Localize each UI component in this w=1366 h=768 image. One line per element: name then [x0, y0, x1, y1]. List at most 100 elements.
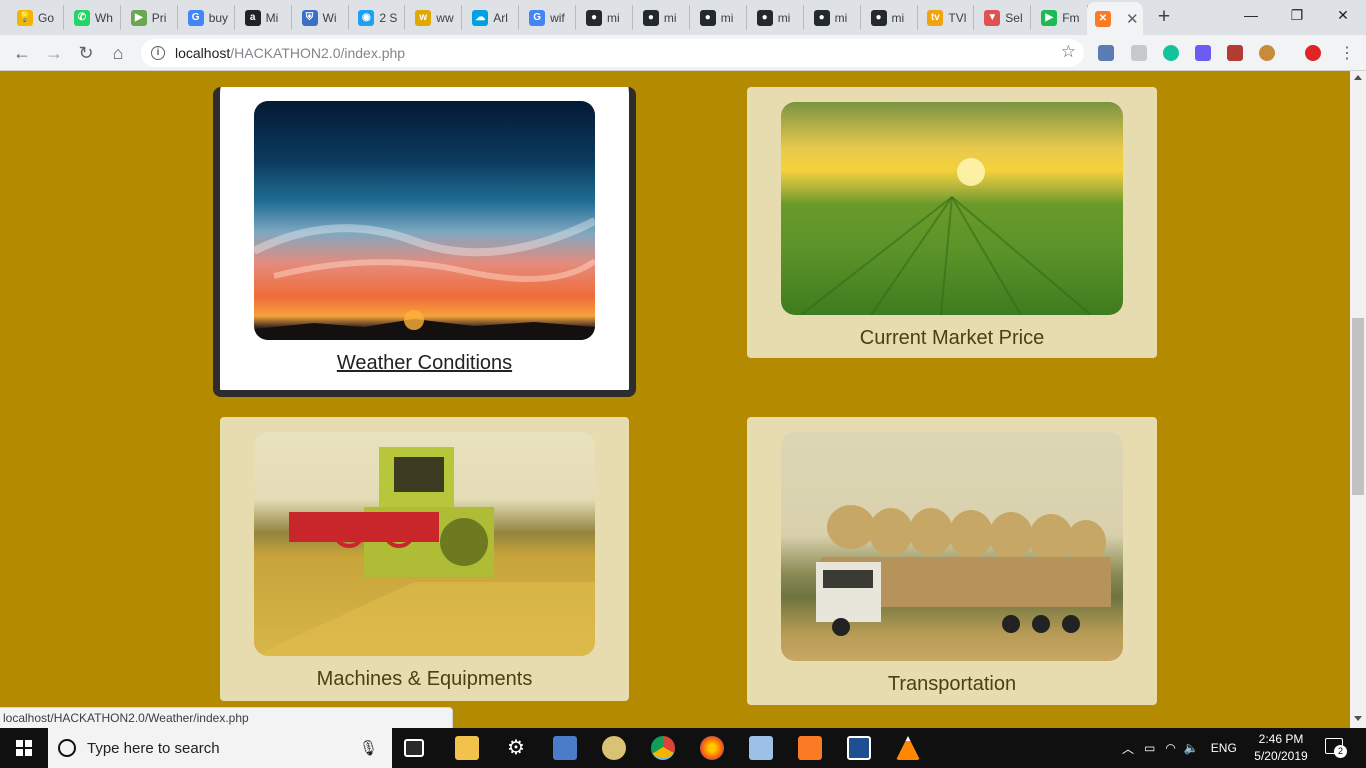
chrome-icon[interactable] [651, 736, 675, 760]
github-icon: ● [756, 9, 773, 26]
github-icon: ● [813, 9, 830, 26]
tab-title: 2 S [379, 10, 398, 25]
browser-tab[interactable]: w ww [406, 5, 463, 30]
browser-tab[interactable]: ▶ Fm [1032, 5, 1089, 30]
market-price-caption[interactable]: Current Market Price [747, 327, 1157, 350]
browser-tab[interactable]: Gbuy [179, 5, 235, 30]
volume-icon[interactable]: 🔈 [1184, 741, 1199, 755]
extension-puzzle-icon[interactable] [1098, 45, 1114, 61]
close-window-button[interactable]: ✕ [1320, 0, 1366, 30]
weather-caption[interactable]: Weather Conditions [220, 352, 629, 375]
cortana-icon [58, 739, 76, 757]
scroll-down-arrow-icon[interactable] [1354, 716, 1362, 721]
crop-rows-image [800, 158, 1092, 315]
settings-gear-icon[interactable]: ⚙ [504, 736, 528, 760]
task-view-icon[interactable] [404, 739, 424, 757]
new-tab-button[interactable]: + [1152, 6, 1176, 30]
keep-icon: 💡 [17, 9, 33, 26]
bookmark-star-icon[interactable]: ☆ [1061, 42, 1076, 62]
forward-icon[interactable]: → [41, 40, 67, 66]
extension-copy-icon[interactable] [1131, 45, 1147, 61]
address-bar[interactable]: i localhost/HACKATHON2.0/index.php ☆ [141, 39, 1084, 67]
browser-tab[interactable]: ● mi [862, 5, 918, 30]
xampp-taskbar-icon[interactable] [798, 736, 822, 760]
w-icon: w [415, 9, 432, 26]
chevron-up-icon[interactable]: ︿ [1122, 740, 1134, 757]
weather-card[interactable]: Weather Conditions [213, 87, 636, 397]
transportation-card[interactable]: Transportation [747, 417, 1157, 705]
app-window-icon[interactable] [847, 736, 871, 760]
machines-card[interactable]: Machines & Equipments [220, 417, 629, 701]
vlc-icon[interactable] [896, 736, 920, 760]
profile-avatar[interactable] [1305, 45, 1321, 61]
truck-image [781, 432, 1123, 661]
browser-tab[interactable]: ● mi [691, 5, 747, 30]
page-content: Weather Conditions Current Market Price [0, 71, 1350, 728]
grammarly-icon[interactable] [1163, 45, 1179, 61]
browser-tab[interactable]: ⛨ Wi [293, 5, 349, 30]
hay-truck-image [816, 505, 1111, 636]
tab-title: mi [891, 10, 905, 25]
harvester-image [254, 432, 595, 656]
browser-tab[interactable]: tv TVl [918, 5, 975, 30]
clock[interactable]: 2:46 PM 5/20/2019 [1248, 731, 1314, 765]
language-indicator[interactable]: ENG [1211, 741, 1237, 755]
minimize-button[interactable]: — [1228, 0, 1274, 30]
browser-tab[interactable]: ● mi [748, 5, 804, 30]
restore-button[interactable]: ❐ [1274, 0, 1320, 30]
browser-tab[interactable]: ✆ Wh [65, 5, 121, 30]
url-host: localhost [175, 45, 231, 61]
browser-tab[interactable]: ◉ 2 S [349, 5, 406, 30]
scrollbar-thumb[interactable] [1352, 318, 1364, 495]
battery-icon[interactable]: ▭ [1144, 741, 1155, 755]
url-text[interactable]: localhost/HACKATHON2.0/index.php [175, 45, 405, 61]
browser-tab[interactable]: Gwif [520, 5, 577, 30]
machines-caption[interactable]: Machines & Equipments [220, 668, 629, 691]
sky-clouds-image [254, 217, 595, 340]
pdf-icon[interactable] [1227, 45, 1243, 61]
browser-toolbar: ← → ↻ ⌂ i localhost/HACKATHON2.0/index.p… [0, 35, 1366, 71]
transportation-caption[interactable]: Transportation [747, 673, 1157, 696]
file-explorer-icon[interactable] [455, 736, 479, 760]
amazon-icon: a [244, 9, 261, 26]
menu-icon[interactable]: ⋮ [1334, 40, 1360, 66]
reload-icon[interactable]: ↻ [73, 40, 99, 66]
wifi-icon[interactable]: ◠ [1165, 741, 1175, 755]
browser-tab[interactable]: ● mi [805, 5, 861, 30]
home-icon[interactable]: ⌂ [105, 40, 131, 66]
notepad-icon[interactable] [749, 736, 773, 760]
tab-title: buy [208, 10, 229, 25]
browser-tab[interactable]: ▼ Sel [975, 5, 1032, 30]
back-icon[interactable]: ← [9, 40, 35, 66]
browser-tab[interactable]: a Mi [236, 5, 292, 30]
tab-title: Arl [493, 10, 508, 25]
scroll-up-arrow-icon[interactable] [1354, 75, 1362, 80]
farm-field-image [781, 102, 1123, 315]
tab-title: wif [550, 10, 565, 25]
taskbar-search-box[interactable]: Type here to search 🎙 [48, 728, 392, 768]
market-price-card[interactable]: Current Market Price [747, 87, 1157, 358]
browser-tab-strip: 💡 Go ✆ Wh ▶ Pri Gbuy a Mi ⛨ Wi ◉ 2 S w ww ☁ Arl Gwif ● mi ● m… [0, 0, 1366, 35]
browser-tab[interactable]: 💡 Go [8, 5, 64, 30]
windows-logo-icon [16, 740, 32, 756]
tab-title: mi [834, 10, 848, 25]
browser-tab[interactable]: ▶ Pri [122, 5, 178, 30]
microphone-icon[interactable]: 🎙 [359, 739, 378, 757]
cookie-icon[interactable] [1259, 45, 1275, 61]
app-icon[interactable] [553, 736, 577, 760]
browser-tab[interactable]: ● mi [577, 5, 633, 30]
salesforce-icon: ☁ [472, 9, 489, 26]
browser-tab[interactable]: ● mi [634, 5, 690, 30]
tab-active[interactable]: ✕ ✕ [1087, 2, 1143, 35]
tab-title: Sel [1005, 10, 1023, 25]
firefox-icon[interactable] [700, 736, 724, 760]
close-tab-icon[interactable]: ✕ [1126, 10, 1139, 28]
page-scrollbar[interactable] [1350, 71, 1366, 728]
start-button[interactable] [0, 728, 48, 768]
site-info-icon[interactable]: i [151, 46, 165, 60]
extension-square-icon[interactable] [1195, 45, 1211, 61]
browser-tab[interactable]: ☁ Arl [463, 5, 520, 30]
action-center-icon[interactable]: 2 [1325, 738, 1347, 758]
combine-harvester-image [254, 447, 595, 656]
media-disc-icon[interactable] [602, 736, 626, 760]
